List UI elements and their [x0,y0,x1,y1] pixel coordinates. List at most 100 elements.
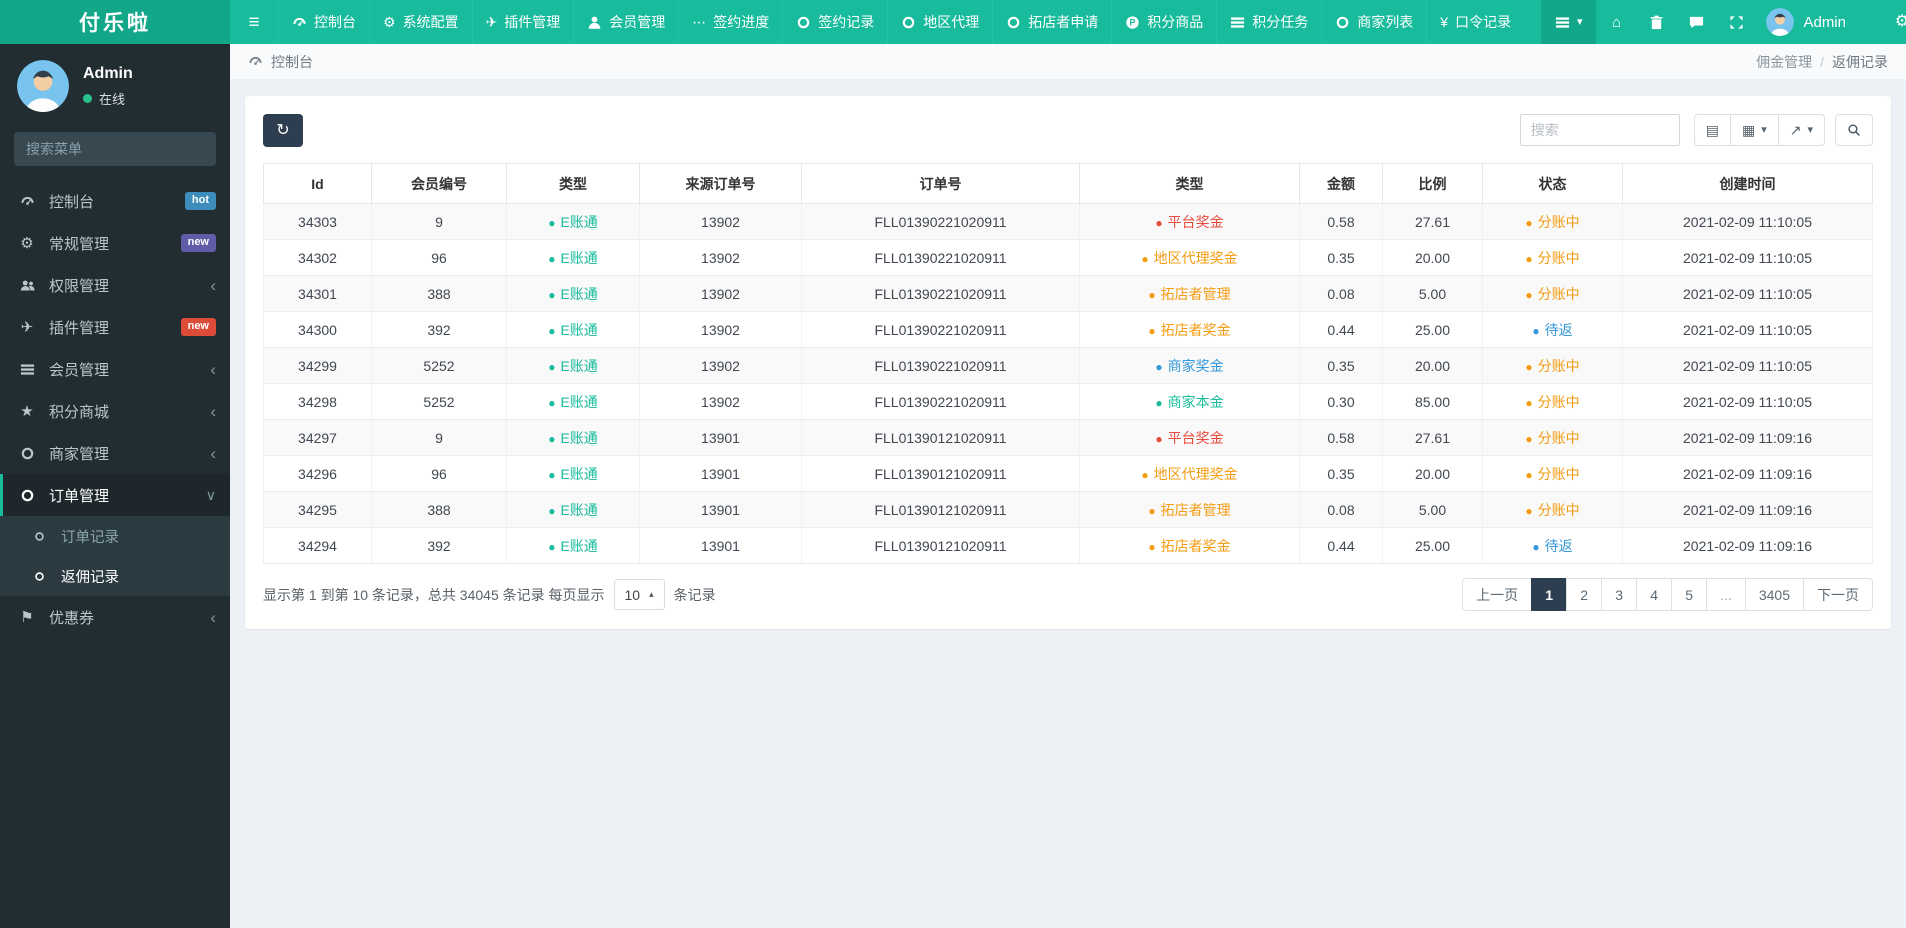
sidebar-item-订单管理[interactable]: 订单管理 ∨ [0,474,230,516]
breadcrumb-home[interactable]: 控制台 [248,52,313,72]
sidebar-item-会员管理[interactable]: 会员管理 ‹ [0,348,230,390]
page-button-4[interactable]: 4 [1636,578,1673,611]
sidebar-subitem-订单记录[interactable]: 订单记录 [0,516,230,556]
topnav-item[interactable]: 拓店者申请 [992,0,1111,44]
page-button-3405[interactable]: 3405 [1744,578,1804,611]
topnav-item[interactable]: 地区代理 [887,0,992,44]
detail-view-button[interactable]: ▤ [1693,114,1731,146]
topnav-item[interactable]: ⋯ 签约进度 [678,0,782,44]
pagination-entry: 3405 [1744,578,1804,611]
sidebar-toggle-button[interactable]: ≡ [230,0,278,44]
cell-ratio: 5.00 [1382,275,1483,312]
page-prev-button[interactable]: 上一页 [1462,578,1533,611]
user-menu[interactable]: Admin [1756,0,1856,44]
cell-reward-type-label: 平台奖金 [1167,429,1224,446]
ring-icon [17,488,37,503]
page-button-5[interactable]: 5 [1671,578,1708,611]
cell-created: 2021-02-09 11:10:05 [1622,347,1873,384]
cell-ratio: 25.00 [1382,311,1483,348]
cell-id: 34301 [263,275,372,312]
sidebar-item-优惠券[interactable]: ⚑ 优惠券 ‹ [0,596,230,638]
ellipsis-icon: ⋯ [692,14,707,30]
ring-icon [17,446,37,461]
topnav-item[interactable]: 签约记录 [782,0,887,44]
dot-icon: ● [548,359,556,374]
sidebar-item-label: 优惠券 [49,609,95,627]
page-button-1[interactable]: 1 [1531,578,1568,611]
cell-status-label: 分账中 [1537,249,1580,266]
columns-button[interactable]: ▦ ▾ [1729,114,1779,146]
sidebar-menu-entry: ✈ 插件管理 new [0,306,230,348]
sidebar-item-权限管理[interactable]: 权限管理 ‹ [0,264,230,306]
table-search-input[interactable] [1519,114,1680,146]
sidebar-item-插件管理[interactable]: ✈ 插件管理 new [0,306,230,348]
expand-icon [1729,15,1744,30]
pagination-entry: 上一页 [1462,578,1533,611]
cell-status: ● 分账中 [1482,491,1623,528]
sidebar-menu-entry: 权限管理 ‹ [0,264,230,306]
cell-account-type-label: E账通 [560,285,598,302]
refresh-button[interactable]: ↻ [263,114,303,147]
sidebar-menu-entry: 商家管理 ‹ [0,432,230,474]
sidebar-item-label: 权限管理 [49,277,110,295]
cell-status: ● 分账中 [1482,383,1623,420]
expand-button[interactable] [1716,0,1756,44]
cell-account-type: ● E账通 [506,311,640,348]
topnav-item[interactable]: 积分任务 [1216,0,1321,44]
dot-icon: ● [1155,395,1163,410]
sidebar-item-商家管理[interactable]: 商家管理 ‹ [0,432,230,474]
table-view-buttons: ▤ ▦ ▾ ↗ ▾ [1693,114,1825,146]
comment-button[interactable] [1676,0,1716,44]
cell-reward-type-label: 地区代理奖金 [1153,465,1238,482]
topnav-item[interactable]: P 积分商品 [1111,0,1216,44]
paper-plane-icon: ✈ [485,14,498,30]
table-footer: 显示第 1 到第 10 条记录，总共 34045 条记录 每页显示 10 ▴ 条… [263,578,1873,611]
gears-icon: ⚙ [1894,13,1906,30]
topnav-item-label: 积分商品 [1147,14,1204,30]
breadcrumb-trail: 佣金管理 / 返佣记录 [1756,52,1888,72]
menu-dropdown-toggle[interactable]: ▾ [1540,0,1597,44]
sidebar-item-控制台[interactable]: 控制台 hot [0,180,230,222]
cell-source-order: 13902 [639,383,802,420]
topnav-item[interactable]: ⚙ 系统配置 [369,0,472,44]
cell-created: 2021-02-09 11:10:05 [1622,383,1873,420]
dot-icon: ● [548,215,556,230]
sidebar-item-积分商城[interactable]: ★ 积分商城 ‹ [0,390,230,432]
home-button[interactable]: ⌂ [1596,0,1636,44]
chevron-left-icon: ‹ [210,607,216,627]
cell-order-no: FLL01390121020911 [801,419,1080,456]
page-button-3[interactable]: 3 [1601,578,1638,611]
cell-id: 34303 [263,203,372,240]
table-row: 34295 388 ● E账通 13901 FLL01390121020911 ● 拓店者管理… [263,491,1873,528]
topnav-item[interactable]: 会员管理 [573,0,678,44]
page-size-select[interactable]: 10 ▴ [613,579,665,610]
column-header-创建时间: 创建时间 [1622,163,1873,204]
dot-icon: ● [1148,503,1156,518]
table-card: ↻ ▤ ▦▾ ↗▾ Id会员编号类型来源订单号订单号类型金额比例状态创建时间 3… [245,96,1891,629]
topnav-item[interactable]: ¥ 口令记录 [1426,0,1524,44]
page-button-2[interactable]: 2 [1566,578,1603,611]
trash-button[interactable] [1636,0,1676,44]
sidebar-menu: 控制台 hot ⚙ 常规管理 new 权限管理 ‹ ✈ 插件管理 new 会员管理 ‹ ★ 积分商城 ‹ 商家… [0,180,230,638]
settings-button[interactable]: ⚙ [1882,0,1906,44]
sidebar-menu-entry: 控制台 hot [0,180,230,222]
topnav-item[interactable]: ✈ 插件管理 [471,0,574,44]
topnav-item[interactable]: 控制台 [278,0,369,44]
flag-icon: ⚑ [20,608,34,626]
sidebar-subitem-返佣记录[interactable]: 返佣记录 [0,556,230,596]
sidebar-menu-entry: ★ 积分商城 ‹ [0,390,230,432]
export-button[interactable]: ↗ ▾ [1777,114,1825,146]
sidebar-search-input[interactable] [14,132,216,166]
cell-status-label: 分账中 [1537,429,1580,446]
search-button[interactable] [1835,114,1873,146]
dot-icon: ● [548,467,556,482]
topnav-item[interactable]: 商家列表 [1321,0,1426,44]
caret-down-icon: ▾ [1576,15,1583,28]
page-next-button[interactable]: 下一页 [1803,578,1873,611]
brand-logo[interactable]: 付乐啦 [0,0,230,44]
sidebar-item-常规管理[interactable]: ⚙ 常规管理 new [0,222,230,264]
cell-reward-type-label: 商家本金 [1167,393,1224,410]
user-name-label: Admin [1803,13,1846,31]
cell-status-label: 待返 [1544,321,1573,338]
summary-prefix: 显示第 1 到第 10 条记录，总共 34045 条记录 每页显示 [263,586,605,603]
